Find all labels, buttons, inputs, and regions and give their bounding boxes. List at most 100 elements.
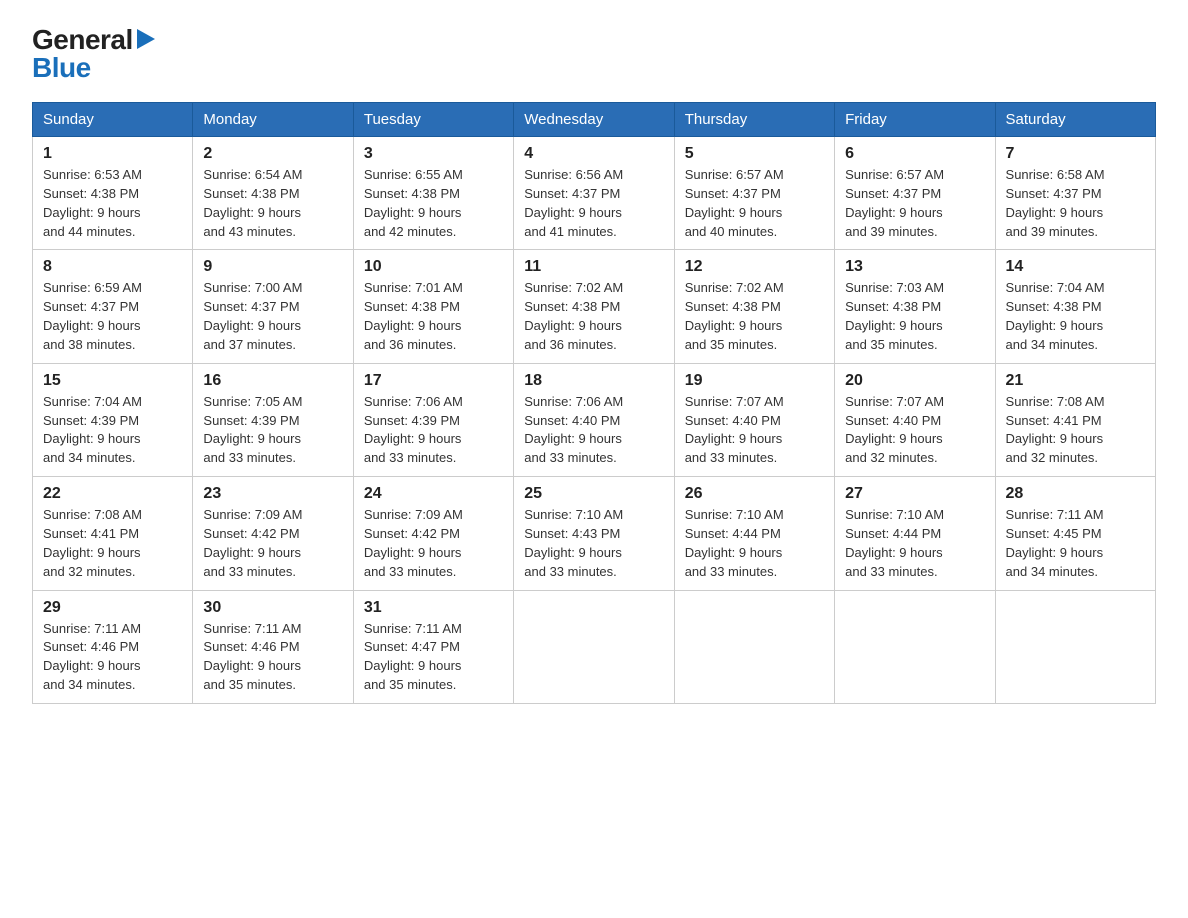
logo-triangle-icon [137, 29, 155, 54]
day-info: Sunrise: 6:59 AMSunset: 4:37 PMDaylight:… [43, 279, 182, 354]
day-number: 23 [203, 485, 342, 503]
day-number: 7 [1006, 145, 1145, 163]
calendar-cell: 4 Sunrise: 6:56 AMSunset: 4:37 PMDaylight… [514, 137, 674, 250]
day-number: 27 [845, 485, 984, 503]
day-info: Sunrise: 7:11 AMSunset: 4:46 PMDaylight:… [43, 620, 182, 695]
header: General Blue [32, 24, 1156, 84]
calendar-cell: 15 Sunrise: 7:04 AMSunset: 4:39 PMDayligh… [33, 363, 193, 476]
day-number: 4 [524, 145, 663, 163]
day-info: Sunrise: 7:10 AMSunset: 4:43 PMDaylight:… [524, 506, 663, 581]
calendar-cell: 8 Sunrise: 6:59 AMSunset: 4:37 PMDaylight… [33, 250, 193, 363]
day-number: 18 [524, 372, 663, 390]
calendar-cell: 19 Sunrise: 7:07 AMSunset: 4:40 PMDayligh… [674, 363, 834, 476]
calendar-cell: 30Sunrise: 7:11 AMSunset: 4:46 PMDayligh… [193, 590, 353, 703]
calendar-cell: 27 Sunrise: 7:10 AMSunset: 4:44 PMDayligh… [835, 477, 995, 590]
day-info: Sunrise: 7:06 AMSunset: 4:39 PMDaylight:… [364, 393, 503, 468]
calendar-cell: 22 Sunrise: 7:08 AMSunset: 4:41 PMDayligh… [33, 477, 193, 590]
day-info: Sunrise: 6:57 AMSunset: 4:37 PMDaylight:… [685, 166, 824, 241]
calendar-cell: 1 Sunrise: 6:53 AMSunset: 4:38 PMDaylight… [33, 137, 193, 250]
day-info: Sunrise: 7:02 AMSunset: 4:38 PMDaylight:… [685, 279, 824, 354]
logo: General Blue [32, 24, 155, 84]
day-info: Sunrise: 7:01 AMSunset: 4:38 PMDaylight:… [364, 279, 503, 354]
day-number: 28 [1006, 485, 1145, 503]
day-info: Sunrise: 7:07 AMSunset: 4:40 PMDaylight:… [685, 393, 824, 468]
calendar-cell: 16 Sunrise: 7:05 AMSunset: 4:39 PMDayligh… [193, 363, 353, 476]
day-number: 15 [43, 372, 182, 390]
day-number: 10 [364, 258, 503, 276]
calendar-week-row: 15 Sunrise: 7:04 AMSunset: 4:39 PMDayligh… [33, 363, 1156, 476]
day-info: Sunrise: 7:09 AMSunset: 4:42 PMDaylight:… [203, 506, 342, 581]
day-number: 8 [43, 258, 182, 276]
day-info: Sunrise: 7:06 AMSunset: 4:40 PMDaylight:… [524, 393, 663, 468]
day-info: Sunrise: 7:10 AMSunset: 4:44 PMDaylight:… [685, 506, 824, 581]
day-number: 14 [1006, 258, 1145, 276]
calendar-week-row: 22 Sunrise: 7:08 AMSunset: 4:41 PMDayligh… [33, 477, 1156, 590]
day-header-saturday: Saturday [995, 103, 1155, 137]
day-number: 16 [203, 372, 342, 390]
day-header-tuesday: Tuesday [353, 103, 513, 137]
day-number: 21 [1006, 372, 1145, 390]
calendar-cell: 18 Sunrise: 7:06 AMSunset: 4:40 PMDayligh… [514, 363, 674, 476]
calendar-cell: 7Sunrise: 6:58 AMSunset: 4:37 PMDaylight… [995, 137, 1155, 250]
calendar-cell: 31 Sunrise: 7:11 AMSunset: 4:47 PMDayligh… [353, 590, 513, 703]
day-number: 26 [685, 485, 824, 503]
day-info: Sunrise: 7:11 AMSunset: 4:45 PMDaylight:… [1006, 506, 1145, 581]
day-info: Sunrise: 7:05 AMSunset: 4:39 PMDaylight:… [203, 393, 342, 468]
calendar-cell: 5 Sunrise: 6:57 AMSunset: 4:37 PMDaylight… [674, 137, 834, 250]
day-info: Sunrise: 7:08 AMSunset: 4:41 PMDaylight:… [1006, 393, 1145, 468]
page: General Blue SundayMondayTuesdayWednesda… [0, 0, 1188, 728]
day-number: 1 [43, 145, 182, 163]
calendar-cell: 13 Sunrise: 7:03 AMSunset: 4:38 PMDayligh… [835, 250, 995, 363]
day-number: 20 [845, 372, 984, 390]
day-number: 11 [524, 258, 663, 276]
day-info: Sunrise: 7:00 AMSunset: 4:37 PMDaylight:… [203, 279, 342, 354]
day-info: Sunrise: 7:02 AMSunset: 4:38 PMDaylight:… [524, 279, 663, 354]
calendar-cell: 25 Sunrise: 7:10 AMSunset: 4:43 PMDayligh… [514, 477, 674, 590]
day-info: Sunrise: 7:03 AMSunset: 4:38 PMDaylight:… [845, 279, 984, 354]
day-number: 29 [43, 599, 182, 617]
day-info: Sunrise: 7:09 AMSunset: 4:42 PMDaylight:… [364, 506, 503, 581]
day-number: 9 [203, 258, 342, 276]
calendar-cell: 12 Sunrise: 7:02 AMSunset: 4:38 PMDayligh… [674, 250, 834, 363]
calendar-cell: 21 Sunrise: 7:08 AMSunset: 4:41 PMDayligh… [995, 363, 1155, 476]
calendar-cell [674, 590, 834, 703]
day-info: Sunrise: 7:08 AMSunset: 4:41 PMDaylight:… [43, 506, 182, 581]
day-number: 3 [364, 145, 503, 163]
day-number: 13 [845, 258, 984, 276]
calendar-cell: 29 Sunrise: 7:11 AMSunset: 4:46 PMDayligh… [33, 590, 193, 703]
calendar-cell: 6Sunrise: 6:57 AMSunset: 4:37 PMDaylight… [835, 137, 995, 250]
calendar-cell [995, 590, 1155, 703]
day-number: 6 [845, 145, 984, 163]
day-number: 31 [364, 599, 503, 617]
day-header-sunday: Sunday [33, 103, 193, 137]
calendar-cell [514, 590, 674, 703]
day-number: 30 [203, 599, 342, 617]
day-header-friday: Friday [835, 103, 995, 137]
calendar-cell: 23 Sunrise: 7:09 AMSunset: 4:42 PMDayligh… [193, 477, 353, 590]
day-number: 2 [203, 145, 342, 163]
day-info: Sunrise: 6:53 AMSunset: 4:38 PMDaylight:… [43, 166, 182, 241]
day-number: 17 [364, 372, 503, 390]
day-number: 12 [685, 258, 824, 276]
calendar-week-row: 1 Sunrise: 6:53 AMSunset: 4:38 PMDaylight… [33, 137, 1156, 250]
day-number: 5 [685, 145, 824, 163]
calendar-cell: 28 Sunrise: 7:11 AMSunset: 4:45 PMDayligh… [995, 477, 1155, 590]
day-info: Sunrise: 7:04 AMSunset: 4:39 PMDaylight:… [43, 393, 182, 468]
day-header-wednesday: Wednesday [514, 103, 674, 137]
day-info: Sunrise: 6:54 AMSunset: 4:38 PMDaylight:… [203, 166, 342, 241]
calendar-cell [835, 590, 995, 703]
day-info: Sunrise: 6:56 AMSunset: 4:37 PMDaylight:… [524, 166, 663, 241]
day-info: Sunrise: 7:11 AMSunset: 4:47 PMDaylight:… [364, 620, 503, 695]
calendar-cell: 2 Sunrise: 6:54 AMSunset: 4:38 PMDaylight… [193, 137, 353, 250]
calendar-cell: 14Sunrise: 7:04 AMSunset: 4:38 PMDayligh… [995, 250, 1155, 363]
calendar-cell: 17 Sunrise: 7:06 AMSunset: 4:39 PMDayligh… [353, 363, 513, 476]
calendar-table: SundayMondayTuesdayWednesdayThursdayFrid… [32, 102, 1156, 704]
day-number: 25 [524, 485, 663, 503]
calendar-cell: 26 Sunrise: 7:10 AMSunset: 4:44 PMDayligh… [674, 477, 834, 590]
header-row: SundayMondayTuesdayWednesdayThursdayFrid… [33, 103, 1156, 137]
day-number: 22 [43, 485, 182, 503]
day-header-monday: Monday [193, 103, 353, 137]
day-info: Sunrise: 7:10 AMSunset: 4:44 PMDaylight:… [845, 506, 984, 581]
day-number: 19 [685, 372, 824, 390]
calendar-week-row: 8 Sunrise: 6:59 AMSunset: 4:37 PMDaylight… [33, 250, 1156, 363]
